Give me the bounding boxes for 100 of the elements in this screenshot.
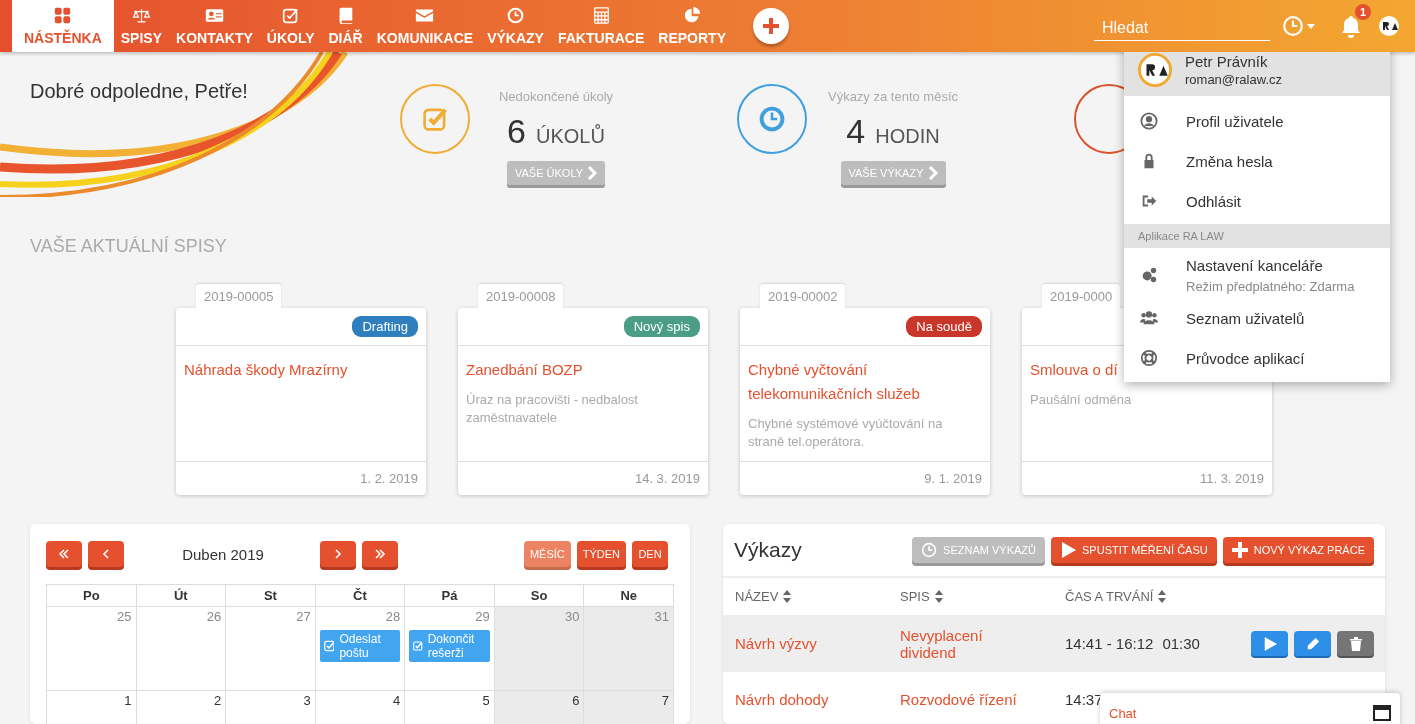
chat-dialog[interactable]: Chat [1100, 693, 1400, 724]
bell-icon[interactable] [1339, 14, 1363, 38]
stat-unit: ÚKOLŮ [536, 125, 605, 148]
nav-tab[interactable]: REPORTY [651, 0, 733, 52]
stat-unit: HODIN [875, 125, 940, 148]
chevron-left-icon [100, 548, 112, 560]
lifebuoy-icon [1140, 349, 1158, 367]
case-description: Paušální odměna [1030, 391, 1133, 410]
timer-dropdown[interactable] [1282, 15, 1315, 37]
day-cell[interactable]: 1 [46, 690, 137, 724]
day-cell[interactable]: 29 Dokončit rešerži [404, 606, 495, 691]
previous-button[interactable] [88, 541, 124, 567]
chevron-right-icon [927, 166, 938, 180]
calendar-event[interactable]: Odeslat poštu [319, 630, 401, 662]
report-case[interactable]: Rozvodové řízení [900, 691, 1030, 708]
day-number: 25 [116, 609, 132, 624]
case-title[interactable]: Náhrada škody Mrazírny [184, 358, 348, 383]
time-range: 14:41 - 16:12 [1065, 635, 1154, 652]
notification-badge: 1 [1354, 4, 1371, 20]
avatar-icon[interactable] [1377, 14, 1401, 38]
user-email: roman@ralaw.cz [1185, 72, 1282, 87]
day-cell[interactable]: 31 [583, 606, 674, 691]
calendar-event[interactable]: Dokončit rešerži [409, 630, 490, 662]
case-card[interactable]: Drafting Náhrada škody Mrazírny 1. 2. 2019 [176, 308, 426, 496]
day-cell[interactable]: 25 [46, 606, 137, 691]
pie-chart-icon [682, 6, 702, 24]
checkbox-icon [281, 6, 301, 24]
play-icon [1262, 636, 1277, 651]
nav-tab[interactable]: KONTAKTY [169, 0, 260, 52]
day-cell[interactable]: 30 [494, 606, 584, 691]
toolbar-button[interactable]: SPUSTIT MĚŘENÍ ČASU [1051, 537, 1217, 563]
edit-button[interactable] [1294, 631, 1331, 656]
stat-value: 6 [507, 112, 526, 151]
report-name[interactable]: Návrh dohody [735, 691, 900, 708]
day-number: 26 [205, 609, 222, 624]
case-title[interactable]: Chybné vyčtování telekomunikačních služeb [748, 358, 982, 407]
fast-forward-button[interactable] [362, 541, 398, 567]
weekday-header: St [225, 584, 316, 607]
nav-tab[interactable]: FAKTURACE [550, 0, 652, 52]
nav-tab[interactable]: ÚKOLY [259, 0, 322, 52]
report-name[interactable]: Návrh výzvy [735, 635, 900, 652]
menu-item[interactable]: Změna hesla [1124, 141, 1390, 181]
column-header[interactable]: SPIS [900, 589, 1065, 604]
id-card-icon [204, 6, 224, 24]
next-button[interactable] [320, 541, 356, 567]
stat-label: Nedokončené úkoly [498, 89, 614, 104]
case-title[interactable]: Smlouva o dí [1030, 358, 1118, 383]
clock-icon [921, 542, 938, 558]
double-chevron-right-icon [374, 548, 386, 560]
nav-tab[interactable]: SPISY [113, 0, 170, 52]
nav-tab[interactable]: NÁSTĚNKA [12, 0, 114, 52]
window-icon[interactable] [1373, 705, 1391, 721]
status-badge: Na soudě [906, 316, 982, 338]
trash-icon [1349, 636, 1362, 651]
add-button[interactable] [753, 8, 789, 44]
calculator-icon [591, 6, 611, 24]
weekday-header: Út [136, 584, 226, 607]
nav-tab[interactable]: VÝKAZY [480, 0, 551, 52]
case-date: 11. 3. 2019 [1199, 471, 1264, 487]
view-tab[interactable]: MĚSÍC [523, 541, 571, 567]
toolbar-button[interactable]: NOVÝ VÝKAZ PRÁCE [1222, 537, 1374, 563]
play-icon [1060, 542, 1076, 558]
view-tab[interactable]: DEN [632, 541, 668, 567]
case-card[interactable]: Nový spis Zanedbání BOZP Úraz na pracovišti - nedbalost zaměstnavatele 14. 3. 2019 [458, 308, 708, 496]
delete-button[interactable] [1337, 631, 1374, 656]
user-icon [1140, 112, 1158, 130]
day-cell[interactable]: 27 [225, 606, 316, 691]
column-header[interactable]: ČAS A TRVÁNÍ [1065, 589, 1250, 604]
menu-item[interactable]: Profil uživatele [1124, 101, 1390, 141]
chat-title[interactable]: Chat [1109, 705, 1373, 721]
double-chevron-left-icon [58, 548, 70, 560]
column-header[interactable]: NÁZEV [735, 589, 900, 604]
play-button[interactable] [1251, 631, 1288, 656]
day-number: 2 [212, 693, 222, 708]
menu-item[interactable]: Nastavení kanceláře [1186, 256, 1355, 274]
case-card[interactable]: Na soudě Chybné vyčtování telekomunikačních služeb Chybné systémové vyúčtování na straně tel.operátora. 9. 1. 2019 [740, 308, 990, 496]
report-case[interactable]: Nevyplacení dividend [900, 626, 1030, 661]
weekday-header: So [494, 584, 584, 607]
stat-value: 4 [846, 112, 866, 151]
search-field[interactable]: Hledat [1094, 15, 1270, 41]
day-number: 3 [302, 693, 311, 708]
day-cell[interactable]: 28 Odeslat poštu [315, 606, 405, 691]
day-number: 27 [295, 609, 311, 624]
nav-tab[interactable]: KOMUNIKACE [369, 0, 481, 52]
chevron-right-icon [332, 548, 344, 560]
day-cell[interactable]: 7 [583, 690, 674, 724]
panel-title: Výkazy [734, 538, 803, 562]
case-title[interactable]: Zanedbání BOZP [466, 358, 583, 383]
case-date: 14. 3. 2019 [634, 471, 700, 487]
fast-back-button[interactable] [46, 541, 82, 567]
menu-section-header: Aplikace RA LAW [1124, 224, 1390, 248]
day-cell[interactable]: 6 [494, 690, 584, 724]
view-tab[interactable]: TÝDEN [576, 541, 626, 567]
checkbox-icon [422, 106, 448, 132]
avatar-icon[interactable] [1138, 53, 1172, 87]
greeting: Dobré odpoledne, Petře! [30, 80, 248, 102]
table-row[interactable]: Návrh výzvy Nevyplacení dividend 14:41 - 16:12 01:30 [723, 616, 1385, 672]
nav-tab[interactable]: DIÁŘ [321, 0, 370, 52]
day-cell[interactable]: 26 [136, 606, 226, 691]
menu-item[interactable]: Odhlásit [1124, 181, 1390, 221]
